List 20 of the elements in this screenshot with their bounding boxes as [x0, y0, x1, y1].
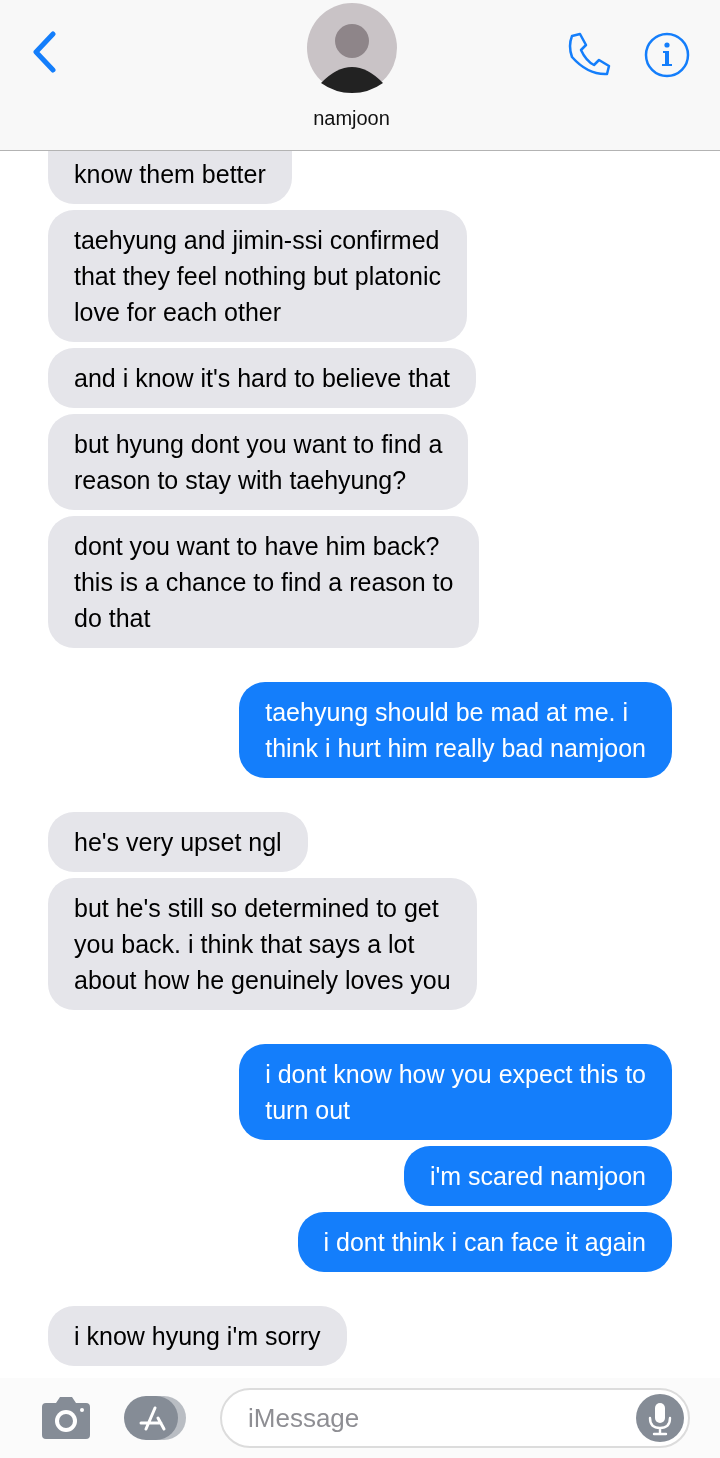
chat-message: but he's still so determined to get you back. i think that says a lot about how he genuinely loves you — [48, 878, 477, 1010]
back-chevron-icon[interactable] — [31, 31, 57, 73]
contact-name[interactable]: namjoon — [313, 107, 390, 130]
app-store-icon[interactable] — [122, 1395, 188, 1441]
chat-message: dont you want to have him back? this is a chance to find a reason to do that — [48, 516, 480, 648]
chat-message: i dont know how you expect this to turn out — [239, 1044, 672, 1140]
microphone-icon[interactable] — [636, 1394, 684, 1442]
chat-message: i dont think i can face it again — [297, 1212, 672, 1272]
info-icon[interactable] — [644, 32, 690, 78]
chat-message: he's very upset ngl — [48, 812, 308, 872]
chat-message: i know hyung i'm sorry — [48, 1306, 347, 1366]
chat-message: know them better — [48, 151, 292, 204]
chat-message: i'm scared namjoon — [404, 1146, 672, 1206]
chat-message: but hyung dont you want to find a reason to stay with taehyung? — [48, 414, 469, 510]
message-input-field[interactable]: iMessage — [220, 1388, 690, 1448]
chat-message: taehyung and jimin-ssi confirmed that they feel nothing but platonic love for each other — [48, 210, 467, 342]
phone-icon[interactable] — [566, 31, 612, 77]
chat-message: taehyung should be mad at me. i think i hurt him really bad namjoon — [239, 682, 672, 778]
avatar-icon[interactable] — [306, 3, 397, 93]
chat-message: and i know it's hard to believe that — [48, 348, 476, 408]
